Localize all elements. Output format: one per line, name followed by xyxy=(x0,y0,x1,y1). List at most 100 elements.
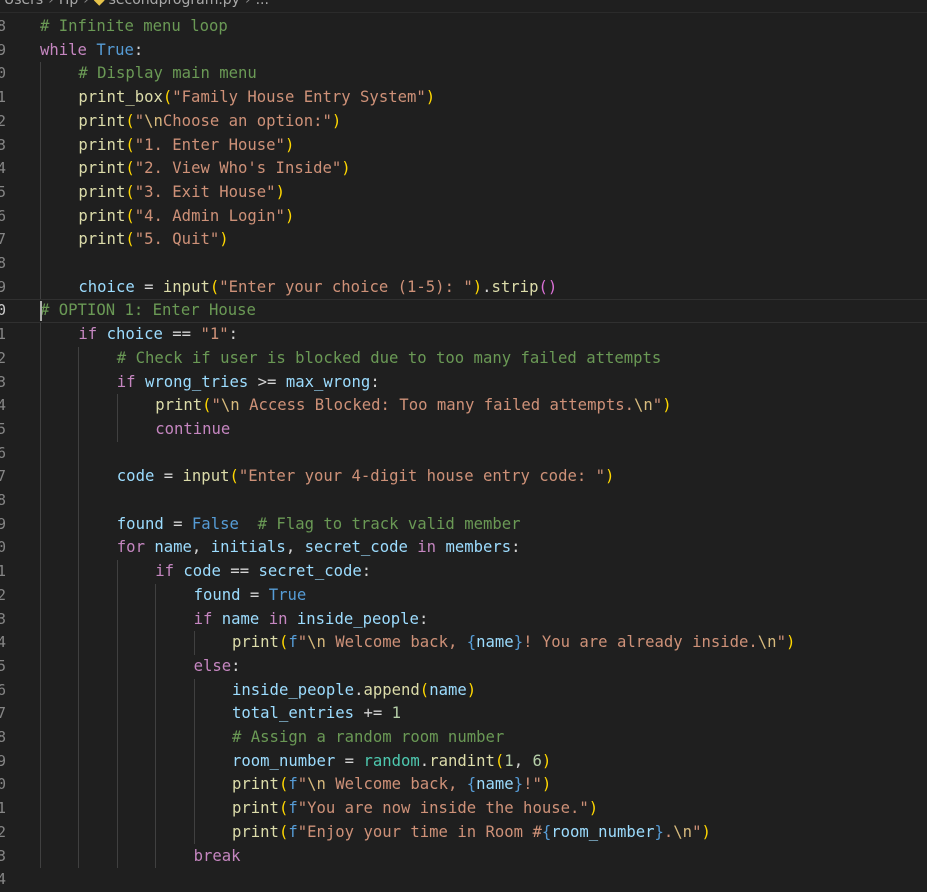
breadcrumb-users[interactable]: Users xyxy=(4,0,43,8)
code-token: \n xyxy=(757,633,777,652)
code-line[interactable]: 4 print("\n Access Blocked: Too many fail… xyxy=(0,394,927,418)
code-line[interactable]: 5 print("3. Exit House") xyxy=(0,181,927,205)
line-number: 9 xyxy=(0,40,7,59)
code-token: ) xyxy=(284,135,295,154)
breadcrumb-divider xyxy=(0,12,927,13)
line-number: 9 xyxy=(0,751,7,770)
code-token: " xyxy=(297,775,308,794)
code-text: # Display main menu xyxy=(78,62,256,86)
code-token: ) xyxy=(331,111,342,130)
code-line[interactable]: 6 inside_people.append(name) xyxy=(0,679,927,703)
code-token: wrong_tries xyxy=(144,372,249,391)
code-line[interactable]: 0 # Display main menu xyxy=(0,62,927,86)
code-text: for name, initials, secret_code in membe… xyxy=(117,536,521,560)
code-token: 6 xyxy=(532,751,542,770)
chevron-right-icon: › xyxy=(83,0,89,8)
code-token: name xyxy=(429,680,467,699)
code-line[interactable]: 9 while True: xyxy=(0,39,927,63)
code-token: if xyxy=(193,609,213,628)
code-token: # Infinite menu loop xyxy=(40,17,228,35)
line-number: 7 xyxy=(0,704,7,723)
code-token: ( xyxy=(278,822,289,841)
code-token: "Enter your 4-digit house entry code: " xyxy=(238,467,606,486)
code-line[interactable]: 3 break xyxy=(0,845,927,869)
line-number: 3 xyxy=(0,846,7,865)
indent-guide xyxy=(40,323,41,869)
code-line[interactable]: 8 # Assign a random room number xyxy=(0,726,927,750)
code-token: print xyxy=(155,396,203,415)
line-number: 5 xyxy=(0,182,7,201)
code-text: found = True xyxy=(194,584,307,608)
code-line[interactable]: 3 print("1. Enter House") xyxy=(0,134,927,158)
code-line[interactable]: 6 print("4. Admin Login") xyxy=(0,205,927,229)
code-token: : xyxy=(511,538,521,557)
code-line[interactable]: 2 # Check if user is blocked due to too m… xyxy=(0,347,927,371)
line-number: 2 xyxy=(0,111,7,130)
code-token: randint xyxy=(429,751,495,770)
line-number: 1 xyxy=(0,88,7,107)
breadcrumb-more[interactable]: ... xyxy=(256,0,269,8)
code-line[interactable]: 0 for name, initials, secret_code in memb… xyxy=(0,536,927,560)
code-editor[interactable]: 8 # Infinite menu loop 9 while True: 0 # Disp… xyxy=(0,15,927,888)
code-line[interactable]: 4 print(f"\n Welcome back, {name}! You ar… xyxy=(0,631,927,655)
code-token: choice xyxy=(106,325,163,344)
code-token: = xyxy=(154,467,183,486)
code-text: print_box("Family House Entry System") xyxy=(78,86,435,110)
code-line[interactable]: 1 print_box("Family House Entry System") xyxy=(0,86,927,110)
code-token: ( xyxy=(125,135,135,154)
breadcrumb-hp[interactable]: Hp xyxy=(59,0,78,8)
code-token: f xyxy=(288,775,298,794)
code-token: , xyxy=(191,538,211,557)
code-line[interactable]: 8 xyxy=(0,252,927,276)
code-line[interactable]: 0 # OPTION 1: Enter House xyxy=(0,299,927,323)
line-number: 9 xyxy=(0,277,7,296)
code-line[interactable]: 5 continue xyxy=(0,418,927,442)
breadcrumb-file[interactable]: secondprogram.py xyxy=(109,0,240,8)
code-text: # Check if user is blocked due to too ma… xyxy=(117,347,662,371)
code-line[interactable]: 7 print("5. Quit") xyxy=(0,228,927,252)
code-token: Choose an option:" xyxy=(162,111,332,130)
code-token: "3. Exit House" xyxy=(134,182,276,201)
code-token: ) xyxy=(219,230,229,249)
code-token: name xyxy=(476,633,514,652)
code-text: if choice == "1": xyxy=(78,323,238,347)
code-line[interactable]: 0 print(f"\n Welcome back, {name}!") xyxy=(0,773,927,797)
code-text: choice = input("Enter your choice (1-5):… xyxy=(78,276,557,300)
code-line[interactable]: 3 if name in inside_people: xyxy=(0,608,927,632)
code-line[interactable]: 4 print("2. View Who's Inside") xyxy=(0,157,927,181)
code-line[interactable]: 9 choice = input("Enter your choice (1-5)… xyxy=(0,276,927,300)
code-line[interactable]: 8 # Infinite menu loop xyxy=(0,15,927,39)
code-line[interactable]: 7 code = input("Enter your 4-digit house … xyxy=(0,465,927,489)
code-line[interactable]: 8 xyxy=(0,489,927,513)
code-line[interactable]: 4 xyxy=(0,868,927,892)
code-token: print xyxy=(78,206,126,225)
code-line[interactable]: 2 found = True xyxy=(0,584,927,608)
code-line[interactable]: 3 if wrong_tries >= max_wrong: xyxy=(0,371,927,395)
code-token: ) xyxy=(662,396,672,415)
code-line[interactable]: 1 print(f"You are now inside the house.") xyxy=(0,797,927,821)
line-number: 8 xyxy=(0,17,7,35)
code-line[interactable]: 1 if choice == "1": xyxy=(0,323,927,347)
code-line[interactable]: 6 xyxy=(0,442,927,466)
code-token: # Check if user is blocked due to too ma… xyxy=(116,348,662,367)
code-token: ) xyxy=(472,277,483,296)
code-line[interactable]: 2 print(f"Enjoy your time in Room #{room_… xyxy=(0,821,927,845)
code-line[interactable]: 5 else: xyxy=(0,655,927,679)
code-token: f xyxy=(288,799,298,818)
code-line[interactable]: 7 total_entries += 1 xyxy=(0,702,927,726)
code-token: print_box xyxy=(78,88,163,107)
code-line[interactable]: 9 room_number = random.randint(1, 6) xyxy=(0,750,927,774)
code-line[interactable]: 2 print("\nChoose an option:") xyxy=(0,110,927,134)
code-text: print(f"Enjoy your time in Room #{room_n… xyxy=(232,821,711,845)
breadcrumb[interactable]: Users › Hp › ◆ secondprogram.py ›... xyxy=(0,0,927,10)
code-token: found xyxy=(193,585,241,604)
code-line[interactable]: 1 if code == secret_code: xyxy=(0,560,927,584)
code-text: print("5. Quit") xyxy=(78,228,228,252)
code-token: name xyxy=(154,538,192,557)
line-number: 6 xyxy=(0,206,7,225)
code-line[interactable]: 9 found = False # Flag to track valid mem… xyxy=(0,513,927,537)
